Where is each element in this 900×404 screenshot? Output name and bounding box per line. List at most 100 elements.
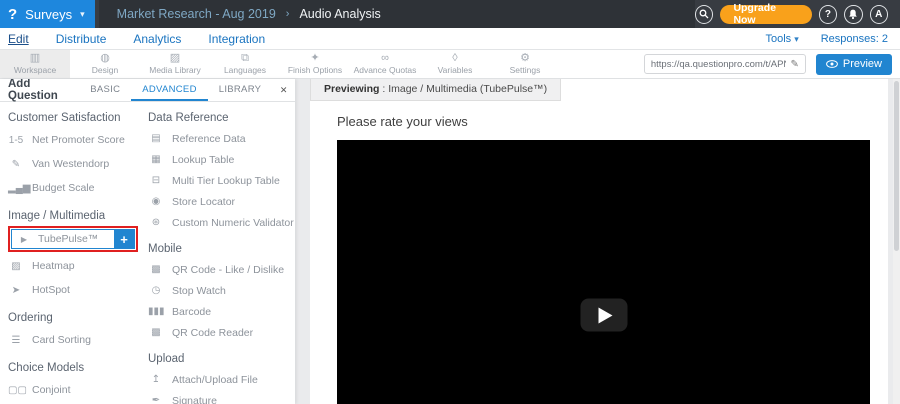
play-button[interactable] xyxy=(580,299,627,332)
questionpro-logo-icon: ? xyxy=(8,6,17,23)
question-type-net-promoter-score[interactable]: 1-5 Net Promoter Score xyxy=(8,128,142,152)
menu-item-edit[interactable]: Edit xyxy=(8,32,29,46)
question-type-barcode[interactable]: ▮▮▮ Barcode xyxy=(148,301,292,322)
tab-library[interactable]: LIBRARY xyxy=(208,79,273,101)
section-heading-customer-satisfaction: Customer Satisfaction xyxy=(8,112,142,124)
wand-icon: ✦ xyxy=(280,52,350,65)
validator-icon: ⊛ xyxy=(148,217,164,228)
tab-design[interactable]: ◍ Design xyxy=(70,50,140,78)
question-type-heatmap[interactable]: ▨ Heatmap xyxy=(8,254,142,278)
video-player[interactable] xyxy=(337,140,870,404)
help-button[interactable]: ? xyxy=(819,5,837,24)
play-icon xyxy=(599,307,613,323)
tools-label: Tools xyxy=(765,33,791,45)
chevron-down-icon: ▾ xyxy=(794,34,799,44)
pen-icon: ✒ xyxy=(148,395,164,404)
add-question-title: Add Question xyxy=(0,79,79,101)
question-type-multi-tier-lookup-table[interactable]: ⊟ Multi Tier Lookup Table xyxy=(148,170,292,191)
question-type-stop-watch[interactable]: ◷ Stop Watch xyxy=(148,280,292,301)
tubepulse-highlight-box: ▶ TubePulse™ + xyxy=(8,226,138,252)
question-types-left-column: Customer Satisfaction 1-5 Net Promoter S… xyxy=(8,104,142,404)
tab-basic[interactable]: BASIC xyxy=(79,79,131,101)
tab-languages[interactable]: ⧉ Languages xyxy=(210,50,280,78)
section-heading-upload: Upload xyxy=(148,353,292,365)
menu-item-distribute[interactable]: Distribute xyxy=(56,32,107,46)
survey-url-field[interactable]: https://qa.questionpro.com/t/APNrFZf3p ✎ xyxy=(644,54,806,74)
gear-icon: ⚙ xyxy=(490,52,560,65)
tab-settings[interactable]: ⚙ Settings xyxy=(490,50,560,78)
content-area: Add Question BASIC ADVANCED LIBRARY ✕ Cu… xyxy=(0,79,900,404)
close-icon[interactable]: ✕ xyxy=(272,79,295,101)
breadcrumb-current-page: Audio Analysis xyxy=(299,7,380,21)
bar-chart-icon: ▂▄▆ xyxy=(8,183,24,194)
nps-scale-icon: 1-5 xyxy=(8,135,24,146)
bell-icon xyxy=(848,9,858,20)
stacked-rows-icon: ⊟ xyxy=(148,175,164,186)
tab-advance-quotas[interactable]: ∞ Advance Quotas xyxy=(350,50,420,78)
toolbar-right: https://qa.questionpro.com/t/APNrFZf3p ✎… xyxy=(644,50,900,78)
chevron-down-icon: ▾ xyxy=(80,9,85,20)
table-icon: ▦ xyxy=(148,154,164,165)
cards-icon: ▢▢ xyxy=(8,385,24,396)
image-icon: ▨ xyxy=(140,52,210,65)
question-type-card-sorting[interactable]: ☰ Card Sorting xyxy=(8,328,142,352)
question-type-tubepulse[interactable]: ▶ TubePulse™ + xyxy=(11,229,135,249)
avatar-initial: A xyxy=(875,9,882,20)
price-tag-icon: ✎ xyxy=(8,159,24,170)
account-avatar[interactable]: A xyxy=(870,5,888,24)
question-type-qr-code-reader[interactable]: ▩ QR Code Reader xyxy=(148,322,292,343)
question-type-store-locator[interactable]: ◉ Store Locator xyxy=(148,191,292,212)
breadcrumb-separator-icon: › xyxy=(286,8,290,20)
question-type-hotspot[interactable]: ➤ HotSpot xyxy=(8,278,142,302)
question-type-signature[interactable]: ✒ Signature xyxy=(148,390,292,404)
question-type-custom-numeric-validator[interactable]: ⊛ Custom Numeric Validator xyxy=(148,212,292,233)
translate-icon: ⧉ xyxy=(210,52,280,65)
palette-icon: ◍ xyxy=(70,52,140,65)
search-button[interactable] xyxy=(695,5,713,24)
cursor-icon: ➤ xyxy=(8,285,24,296)
preview-button[interactable]: Preview xyxy=(816,54,892,75)
question-type-qr-code-like-dislike[interactable]: ▩ QR Code - Like / Dislike xyxy=(148,259,292,280)
responses-link[interactable]: Responses: 2 xyxy=(821,33,888,45)
edit-pencil-icon[interactable]: ✎ xyxy=(790,59,798,70)
notifications-button[interactable] xyxy=(844,5,862,24)
qr-code-icon: ▩ xyxy=(148,327,164,338)
tools-dropdown[interactable]: Tools ▾ xyxy=(765,33,798,45)
data-table-icon: ▤ xyxy=(148,133,164,144)
section-heading-ordering: Ordering xyxy=(8,312,142,324)
breadcrumb: Market Research - Aug 2019 › Audio Analy… xyxy=(99,0,695,28)
menu-item-analytics[interactable]: Analytics xyxy=(133,32,181,46)
question-type-budget-scale[interactable]: ▂▄▆ Budget Scale xyxy=(8,176,142,200)
barcode-icon: ▮▮▮ xyxy=(148,306,164,317)
video-icon: ▶ xyxy=(16,235,32,244)
tab-finish-options[interactable]: ✦ Finish Options xyxy=(280,50,350,78)
top-bar: ? Surveys ▾ Market Research - Aug 2019 ›… xyxy=(0,0,900,28)
tab-media-library[interactable]: ▨ Media Library xyxy=(140,50,210,78)
question-mark-icon: ? xyxy=(825,9,831,20)
previewing-label: Previewing : Image / Multimedia (TubePul… xyxy=(310,79,561,101)
breadcrumb-survey-name[interactable]: Market Research - Aug 2019 xyxy=(117,7,276,21)
topbar-actions: Upgrade Now ? A xyxy=(695,5,900,24)
map-pin-icon: ◉ xyxy=(148,196,164,207)
tab-variables[interactable]: ◊ Variables xyxy=(420,50,490,78)
section-heading-choice-models: Choice Models xyxy=(8,362,142,374)
section-heading-mobile: Mobile xyxy=(148,243,292,255)
question-type-van-westendorp[interactable]: ✎ Van Westendorp xyxy=(8,152,142,176)
vertical-scrollbar[interactable] xyxy=(893,79,900,404)
stopwatch-icon: ◷ xyxy=(148,285,164,296)
add-tubepulse-button[interactable]: + xyxy=(114,229,134,249)
menu-item-integration[interactable]: Integration xyxy=(208,32,265,46)
scrollbar-thumb[interactable] xyxy=(894,81,899,251)
question-type-attach-upload-file[interactable]: ↥ Attach/Upload File xyxy=(148,369,292,390)
surveys-menu-button[interactable]: ? Surveys ▾ xyxy=(0,0,95,28)
tab-workspace[interactable]: ▥ Workspace xyxy=(0,50,70,78)
question-type-reference-data[interactable]: ▤ Reference Data xyxy=(148,128,292,149)
survey-url-value: https://qa.questionpro.com/t/APNrFZf3p xyxy=(651,59,787,70)
tab-advanced[interactable]: ADVANCED xyxy=(131,79,207,101)
question-type-lookup-table[interactable]: ▦ Lookup Table xyxy=(148,149,292,170)
question-type-conjoint[interactable]: ▢▢ Conjoint xyxy=(8,378,142,402)
upgrade-now-button[interactable]: Upgrade Now xyxy=(720,5,811,24)
question-types-right-column: Data Reference ▤ Reference Data ▦ Lookup… xyxy=(142,104,292,404)
question-type-tabs: BASIC ADVANCED LIBRARY xyxy=(79,79,272,101)
question-text: Please rate your views xyxy=(337,114,888,129)
